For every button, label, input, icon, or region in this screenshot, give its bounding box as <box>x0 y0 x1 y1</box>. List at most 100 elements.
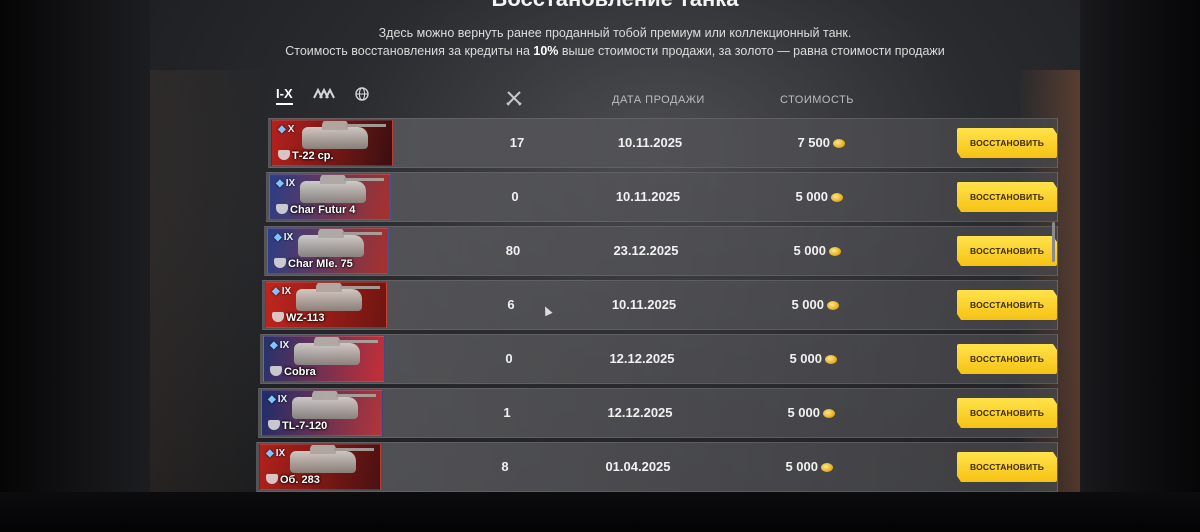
tank-thumbnail: ◆ IX WZ-113 <box>265 282 387 328</box>
shield-icon <box>266 474 278 484</box>
subtitle-line-1: Здесь можно вернуть ранее проданный тобо… <box>378 26 852 40</box>
game-screen: Восстановление танка Здесь можно вернуть… <box>150 0 1080 500</box>
premium-diamond-icon: ◆ <box>278 124 286 135</box>
sale-date: 10.11.2025 <box>611 297 677 312</box>
tier-value: IX <box>275 448 286 459</box>
tank-thumbnail: ◆ IX Cobra <box>263 336 385 382</box>
table-row: ◆ IX Char Mle. 75 80 23.12.2025 5 000 ВОС… <box>264 226 1058 276</box>
tank-thumbnail: ◆ X Т-22 ср. <box>271 120 393 166</box>
tier-label: ◆ IX <box>274 232 293 243</box>
tier-label: ◆ IX <box>268 394 287 405</box>
tier-value: IX <box>281 286 292 297</box>
battles-count: 17 <box>509 135 525 150</box>
shield-icon <box>268 420 280 430</box>
shield-icon <box>270 366 282 376</box>
page-title: Восстановление танка <box>150 0 1080 12</box>
tank-name-text: Cobra <box>284 366 316 378</box>
subtitle-line-2-pre: Стоимость восстановления за кредиты на <box>285 44 534 58</box>
filter-bar: I-X <box>276 86 369 105</box>
sale-date: 10.11.2025 <box>617 135 683 150</box>
shield-icon <box>278 150 290 160</box>
restore-button[interactable]: ВОССТАНОВИТЬ <box>957 182 1057 212</box>
table-row: ◆ IX WZ-113 6 10.11.2025 5 000 ВОССТАНОВИ… <box>262 280 1058 330</box>
vehicle-class-icon[interactable] <box>312 87 335 103</box>
table-row: ◆ X Т-22 ср. 17 10.11.2025 7 500 ВОССТАНО… <box>268 118 1058 168</box>
tier-label: ◆ IX <box>276 178 295 189</box>
sale-date: 10.11.2025 <box>615 189 681 204</box>
tank-name-text: Об. 283 <box>280 474 320 486</box>
tier-value: IX <box>279 340 290 351</box>
tier-value: IX <box>277 394 288 405</box>
background-left <box>150 70 260 500</box>
scrollbar[interactable] <box>1052 222 1055 262</box>
cost-value: 5 000 <box>785 459 818 474</box>
tank-image <box>302 121 386 149</box>
globe-icon[interactable] <box>354 87 369 104</box>
sale-date: 12.12.2025 <box>607 405 673 420</box>
tank-image <box>292 391 376 419</box>
premium-diamond-icon: ◆ <box>266 448 274 459</box>
tier-filter[interactable]: I-X <box>276 86 293 105</box>
restore-button[interactable]: ВОССТАНОВИТЬ <box>957 344 1057 374</box>
battles-count: 1 <box>503 405 511 420</box>
table-row: ◆ IX TL-7-120 1 12.12.2025 5 000 ВОССТАНО… <box>258 388 1058 438</box>
restore-cost: 5 000 <box>745 405 835 420</box>
subtitle-line-2-percent: 10% <box>533 44 559 58</box>
tank-name: TL-7-120 <box>268 420 327 432</box>
restore-cost: 5 000 <box>753 189 843 204</box>
premium-diamond-icon: ◆ <box>274 232 282 243</box>
tank-name: Т-22 ср. <box>278 150 334 162</box>
table-row: ◆ IX Char Futur 4 0 10.11.2025 5 000 ВОСС… <box>266 172 1058 222</box>
battles-count: 80 <box>505 243 521 258</box>
restore-button[interactable]: ВОССТАНОВИТЬ <box>957 128 1057 158</box>
tank-name-text: WZ-113 <box>286 312 325 324</box>
restore-cost: 5 000 <box>743 459 833 474</box>
column-header-cost[interactable]: СТОИМОСТЬ <box>780 94 854 106</box>
restore-button[interactable]: ВОССТАНОВИТЬ <box>957 290 1057 320</box>
gold-icon <box>829 247 841 256</box>
tank-thumbnail: ◆ IX Об. 283 <box>259 444 381 490</box>
tank-name-text: Char Mle. 75 <box>288 258 353 270</box>
restore-cost: 5 000 <box>751 243 841 258</box>
sold-tanks-table: ◆ X Т-22 ср. 17 10.11.2025 7 500 ВОССТАНО… <box>256 118 1058 496</box>
gold-icon <box>823 409 835 418</box>
gold-icon <box>827 301 839 310</box>
premium-diamond-icon: ◆ <box>268 394 276 405</box>
cost-value: 5 000 <box>787 405 820 420</box>
gold-icon <box>821 463 833 472</box>
tank-name-text: Т-22 ср. <box>292 150 334 162</box>
premium-diamond-icon: ◆ <box>276 178 284 189</box>
monitor-bezel-bottom <box>0 492 1200 532</box>
battles-count: 0 <box>505 351 513 366</box>
tank-image <box>296 283 380 311</box>
tank-image <box>294 337 378 365</box>
tank-name: Char Mle. 75 <box>274 258 353 270</box>
restore-button[interactable]: ВОССТАНОВИТЬ <box>957 236 1057 266</box>
tank-image <box>300 175 384 203</box>
subtitle-line-2: Стоимость восстановления за кредиты на 1… <box>190 44 1040 58</box>
battles-count: 0 <box>511 189 519 204</box>
tier-label: ◆ IX <box>270 340 289 351</box>
table-row: ◆ IX Об. 283 8 01.04.2025 5 000 ВОССТАНОВ… <box>256 442 1058 492</box>
restore-cost: 7 500 <box>755 135 845 150</box>
sale-date: 12.12.2025 <box>609 351 675 366</box>
table-row: ◆ IX Cobra 0 12.12.2025 5 000 ВОССТАНОВИТ… <box>260 334 1058 384</box>
restore-button[interactable]: ВОССТАНОВИТЬ <box>957 452 1057 482</box>
premium-diamond-icon: ◆ <box>270 340 278 351</box>
gold-icon <box>831 193 843 202</box>
cost-value: 5 000 <box>791 297 824 312</box>
premium-diamond-icon: ◆ <box>272 286 280 297</box>
monitor-bezel-right <box>1080 0 1200 532</box>
shield-icon <box>276 204 288 214</box>
tank-name: Cobra <box>270 366 316 378</box>
tier-label: ◆ X <box>278 124 294 135</box>
tank-name-text: TL-7-120 <box>282 420 328 432</box>
tank-thumbnail: ◆ IX Char Mle. 75 <box>267 228 389 274</box>
tank-image <box>298 229 382 257</box>
restore-cost: 5 000 <box>747 351 837 366</box>
column-header-date[interactable]: ДАТА ПРОДАЖИ <box>612 94 705 106</box>
restore-button[interactable]: ВОССТАНОВИТЬ <box>957 398 1057 428</box>
cost-value: 7 500 <box>797 135 830 150</box>
sale-date: 23.12.2025 <box>613 243 679 258</box>
gold-icon <box>833 139 845 148</box>
